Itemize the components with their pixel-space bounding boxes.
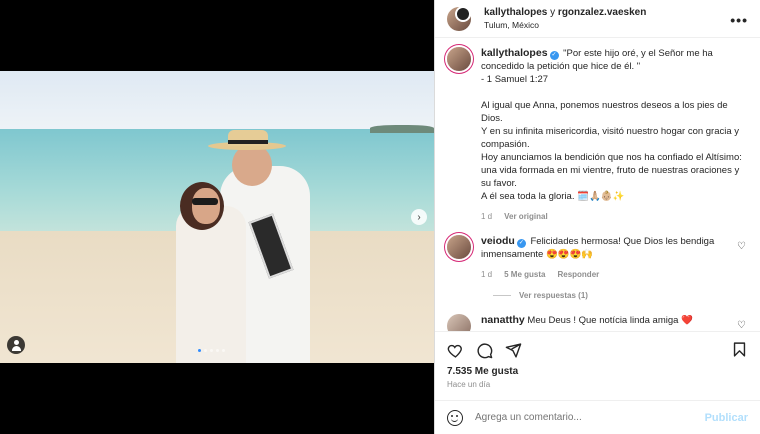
- photo-sky: [0, 71, 434, 131]
- caption-line: - 1 Samuel 1:27: [481, 74, 549, 85]
- heart-icon[interactable]: [447, 342, 464, 359]
- author-line: kallythalopes y rgonzalez.vaesken: [484, 7, 646, 18]
- sunglasses: [192, 198, 218, 205]
- like-comment-heart-icon[interactable]: ♡: [737, 320, 746, 331]
- caption-username[interactable]: kallythalopes: [481, 47, 548, 59]
- comment-username[interactable]: veiodu: [481, 235, 515, 247]
- carousel-dot: [204, 349, 207, 352]
- comment: veiodu ✓ Felicidades hermosa! Que Dios le…: [447, 235, 748, 279]
- comment-username[interactable]: nanatthy: [481, 314, 525, 326]
- comment-body: nanatthy Meu Deus ! Que notícia linda am…: [481, 314, 748, 327]
- post-header: kallythalopes y rgonzalez.vaesken Tulum,…: [435, 0, 760, 38]
- caption-meta: 1 d Ver original: [481, 212, 748, 221]
- caption-avatar[interactable]: [447, 47, 471, 71]
- carousel-dot: [216, 349, 219, 352]
- verified-badge-icon: ✓: [516, 239, 526, 248]
- caption-line: Y en su infinita misericordia, visitó nu…: [481, 126, 740, 150]
- comment-avatar[interactable]: [447, 314, 471, 331]
- comment-time[interactable]: 1 d: [481, 270, 492, 279]
- caption-text: kallythalopes ✓ "Por este hijo oré, y el …: [481, 47, 748, 203]
- post-media: ›: [0, 0, 434, 434]
- view-replies-label: Ver respuestas (1): [519, 291, 588, 300]
- comments-list: kallythalopes ✓ "Por este hijo oré, y el …: [435, 39, 760, 331]
- see-original-link[interactable]: Ver original: [504, 212, 548, 221]
- carousel-dot: [210, 349, 213, 352]
- carousel-dots: [198, 349, 225, 352]
- author-joiner: y: [547, 7, 558, 18]
- comment-avatar[interactable]: [447, 235, 471, 259]
- bookmark-icon[interactable]: [731, 341, 748, 358]
- next-slide-button[interactable]: ›: [411, 209, 427, 225]
- comment-icon[interactable]: [476, 342, 493, 359]
- caption-line: Al igual que Anna, ponemos nuestros dese…: [481, 100, 728, 124]
- user-icon: [13, 340, 19, 345]
- carousel-dot: [222, 349, 225, 352]
- caption-time[interactable]: 1 d: [481, 212, 492, 221]
- tagged-users-button[interactable]: [7, 336, 25, 354]
- likes-count[interactable]: 7.535 Me gusta: [447, 366, 748, 377]
- photo-island: [370, 125, 434, 133]
- emoji-picker-icon[interactable]: [447, 409, 463, 426]
- woman-figure: [176, 206, 246, 363]
- photo-couple: [170, 126, 330, 363]
- comment: nanatthy Meu Deus ! Que notícia linda am…: [447, 314, 748, 331]
- comment-text: Felicidades hermosa! Que Dios les bendig…: [481, 236, 715, 260]
- more-options-icon[interactable]: •••: [730, 12, 748, 28]
- comment-composer: Publicar: [435, 400, 760, 434]
- view-replies-button[interactable]: Ver respuestas (1): [493, 291, 748, 300]
- straw-hat: [208, 130, 286, 152]
- post-actions: 7.535 Me gusta Hace un día: [435, 331, 760, 401]
- verified-badge-icon: ✓: [549, 51, 559, 60]
- comment-likes[interactable]: 5 Me gusta: [504, 270, 545, 279]
- user-icon-body: [11, 346, 21, 351]
- instagram-post-modal: › kallythalopes y rgonzalez.vaesken Tulu…: [0, 0, 760, 434]
- replies-line: [493, 295, 511, 296]
- action-icons: [447, 340, 748, 360]
- caption-line: Hoy anunciamos la bendición que nos ha c…: [481, 152, 742, 189]
- reply-button[interactable]: Responder: [557, 270, 599, 279]
- comment-meta: 1 d 5 Me gusta Responder: [481, 270, 748, 279]
- caption-line: A él sea toda la gloria. 🗓️🙏🏼👶🏼✨: [481, 191, 625, 202]
- post-location[interactable]: Tulum, México: [484, 20, 646, 30]
- chevron-right-icon: ›: [417, 211, 421, 223]
- coauthor-username[interactable]: rgonzalez.vaesken: [558, 7, 646, 18]
- comment-input[interactable]: [475, 412, 705, 423]
- caption: kallythalopes ✓ "Por este hijo oré, y el …: [447, 47, 748, 221]
- share-icon[interactable]: [505, 342, 522, 359]
- comment-text: Meu Deus ! Que notícia linda amiga ❤️: [527, 315, 693, 326]
- publish-button[interactable]: Publicar: [705, 412, 748, 424]
- post-side-panel: kallythalopes y rgonzalez.vaesken Tulum,…: [434, 0, 760, 434]
- post-photo: [0, 71, 434, 363]
- author-username[interactable]: kallythalopes: [484, 7, 547, 18]
- carousel-dot: [198, 349, 201, 352]
- post-authors: kallythalopes y rgonzalez.vaesken Tulum,…: [484, 7, 646, 30]
- woman-face: [192, 188, 220, 224]
- like-comment-heart-icon[interactable]: ♡: [737, 241, 746, 252]
- comment-body: veiodu ✓ Felicidades hermosa! Que Dios le…: [481, 235, 748, 261]
- post-date[interactable]: Hace un día: [447, 380, 748, 389]
- coauthor-avatar[interactable]: [455, 6, 471, 22]
